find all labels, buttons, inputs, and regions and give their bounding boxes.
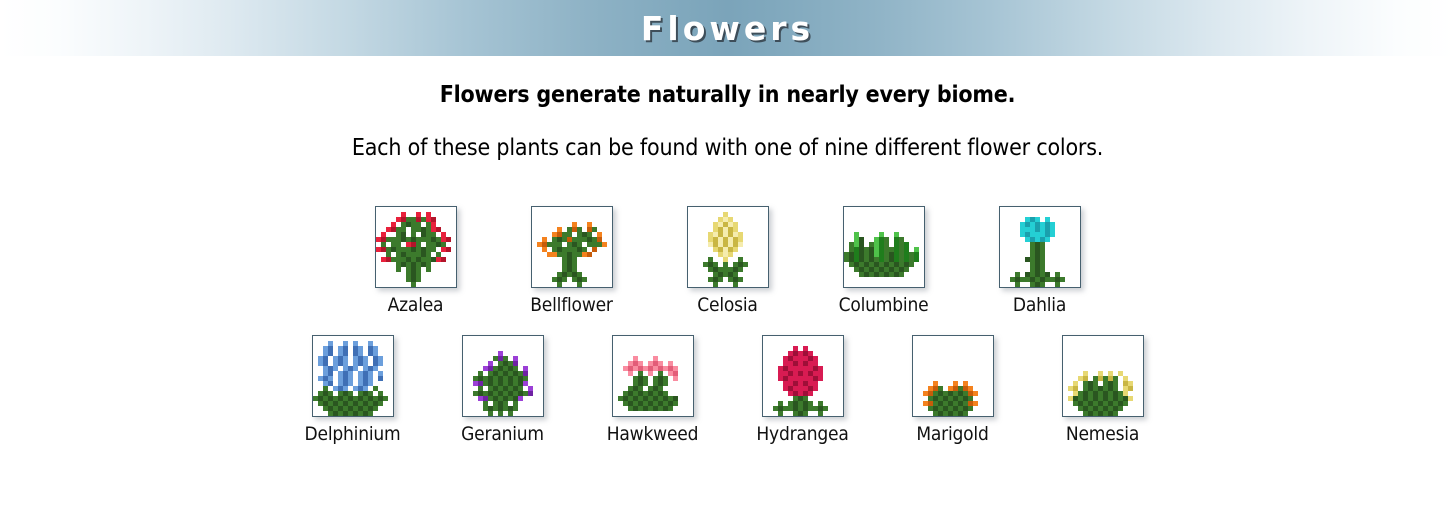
flower-icon-box[interactable] bbox=[1061, 334, 1144, 417]
flower-icon-box[interactable] bbox=[761, 334, 844, 417]
columbine-flower-icon bbox=[843, 207, 924, 287]
flower-label: Azalea bbox=[387, 294, 444, 316]
flower-grid: Azalea Bellflower Celosia Columbine Dahl… bbox=[0, 206, 1455, 445]
bellflower-flower-icon bbox=[531, 207, 612, 287]
flower-label: Delphinium bbox=[304, 422, 401, 445]
flower-item-dahlia[interactable]: Dahlia bbox=[998, 206, 1082, 316]
page-title: Flowers bbox=[640, 8, 815, 48]
page-header-banner: Flowers bbox=[0, 0, 1455, 56]
flower-row-1: Azalea Bellflower Celosia Columbine Dahl… bbox=[0, 206, 1455, 316]
flower-label: Geranium bbox=[461, 422, 544, 445]
marigold-flower-icon bbox=[912, 335, 993, 416]
flower-icon-box[interactable] bbox=[530, 206, 613, 288]
flower-label: Bellflower bbox=[530, 294, 613, 316]
flower-icon-box[interactable] bbox=[842, 206, 925, 288]
flower-icon-box[interactable] bbox=[374, 206, 457, 288]
flower-label: Nemesia bbox=[1065, 422, 1140, 445]
flower-label: Marigold bbox=[916, 422, 989, 445]
flower-icon-box[interactable] bbox=[998, 206, 1081, 288]
flower-item-celosia[interactable]: Celosia bbox=[686, 206, 770, 316]
celosia-flower-icon bbox=[687, 207, 768, 287]
flower-item-hydrangea[interactable]: Hydrangea bbox=[756, 334, 849, 445]
flower-item-azalea[interactable]: Azalea bbox=[374, 206, 458, 316]
flower-label: Hawkweed bbox=[606, 422, 699, 445]
hawkweed-flower-icon bbox=[612, 335, 693, 416]
flower-item-bellflower[interactable]: Bellflower bbox=[530, 206, 614, 316]
intro-text-block: Flowers generate naturally in nearly eve… bbox=[0, 56, 1455, 161]
intro-line-secondary: Each of these plants can be found with o… bbox=[351, 135, 1104, 161]
flower-icon-box[interactable] bbox=[611, 334, 694, 417]
flower-item-nemesia[interactable]: Nemesia bbox=[1061, 334, 1145, 445]
flower-item-hawkweed[interactable]: Hawkweed bbox=[607, 334, 698, 445]
flower-icon-box[interactable] bbox=[686, 206, 769, 288]
delphinium-flower-icon bbox=[312, 335, 393, 416]
flower-label: Columbine bbox=[838, 294, 929, 316]
dahlia-flower-icon bbox=[999, 207, 1080, 287]
nemesia-flower-icon bbox=[1062, 335, 1143, 416]
flower-item-marigold[interactable]: Marigold bbox=[911, 334, 995, 445]
azalea-flower-icon bbox=[375, 207, 456, 287]
flower-label: Hydrangea bbox=[756, 422, 849, 445]
flower-label: Dahlia bbox=[1012, 294, 1067, 316]
flower-icon-box[interactable] bbox=[461, 334, 544, 417]
flower-icon-box[interactable] bbox=[311, 334, 394, 417]
hydrangea-flower-icon bbox=[762, 335, 843, 416]
flower-icon-box[interactable] bbox=[911, 334, 994, 417]
flower-item-columbine[interactable]: Columbine bbox=[838, 206, 929, 316]
flower-item-delphinium[interactable]: Delphinium bbox=[305, 334, 401, 445]
flower-row-2: Delphinium Geranium Hawkweed Hydrangea M… bbox=[0, 334, 1455, 445]
flower-label: Celosia bbox=[697, 294, 758, 316]
intro-line-primary: Flowers generate naturally in nearly eve… bbox=[439, 82, 1016, 108]
flower-item-geranium[interactable]: Geranium bbox=[461, 334, 545, 445]
geranium-flower-icon bbox=[462, 335, 543, 416]
